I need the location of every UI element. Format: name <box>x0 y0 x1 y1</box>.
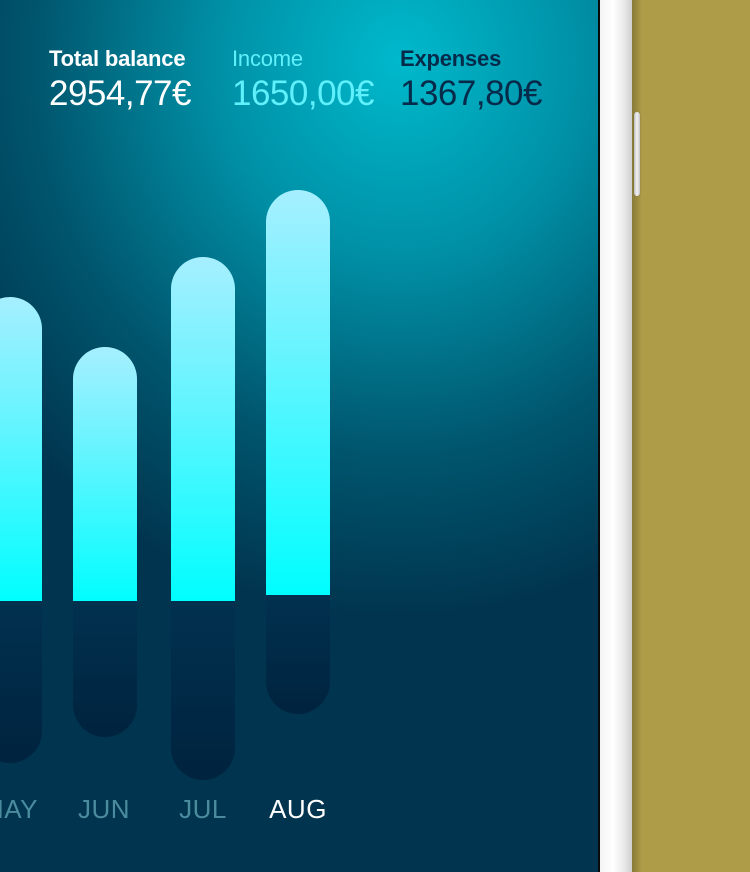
income-label: Income <box>232 46 303 71</box>
month-bar-aug[interactable] <box>266 190 330 714</box>
income-summary: Income 1650,00€ <box>232 46 374 114</box>
expenses-value: 1367,80€ <box>400 74 542 113</box>
income-bar-jul <box>171 257 235 601</box>
income-bar-jun <box>73 347 137 601</box>
income-value: 1650,00€ <box>232 74 374 113</box>
income-bar-may <box>0 297 42 601</box>
month-label-may[interactable]: MAY <box>0 794 55 825</box>
month-bar-jul[interactable] <box>171 257 235 780</box>
phone-frame-edge <box>600 0 632 872</box>
expenses-label: Expenses <box>400 46 502 71</box>
expenses-summary: Expenses 1367,80€ <box>400 46 542 114</box>
month-label-jul[interactable]: JUL <box>158 794 248 825</box>
income-bar-aug <box>266 190 330 595</box>
finance-screen: Total balance 2954,77€ Income 1650,00€ E… <box>0 0 600 872</box>
month-bar-jun[interactable] <box>73 347 137 737</box>
expense-bar-jun <box>73 601 137 737</box>
expense-bar-aug <box>266 595 330 714</box>
month-bar-may[interactable] <box>0 297 42 763</box>
expense-bar-may <box>0 601 42 763</box>
expense-bar-jul <box>171 601 235 780</box>
total-balance-label: Total balance <box>49 46 186 71</box>
total-balance-value: 2954,77€ <box>49 74 191 113</box>
month-label-jun[interactable]: JUN <box>59 794 149 825</box>
phone-side-button <box>634 112 640 196</box>
total-balance: Total balance 2954,77€ <box>49 46 191 114</box>
month-label-aug[interactable]: AUG <box>253 794 343 825</box>
